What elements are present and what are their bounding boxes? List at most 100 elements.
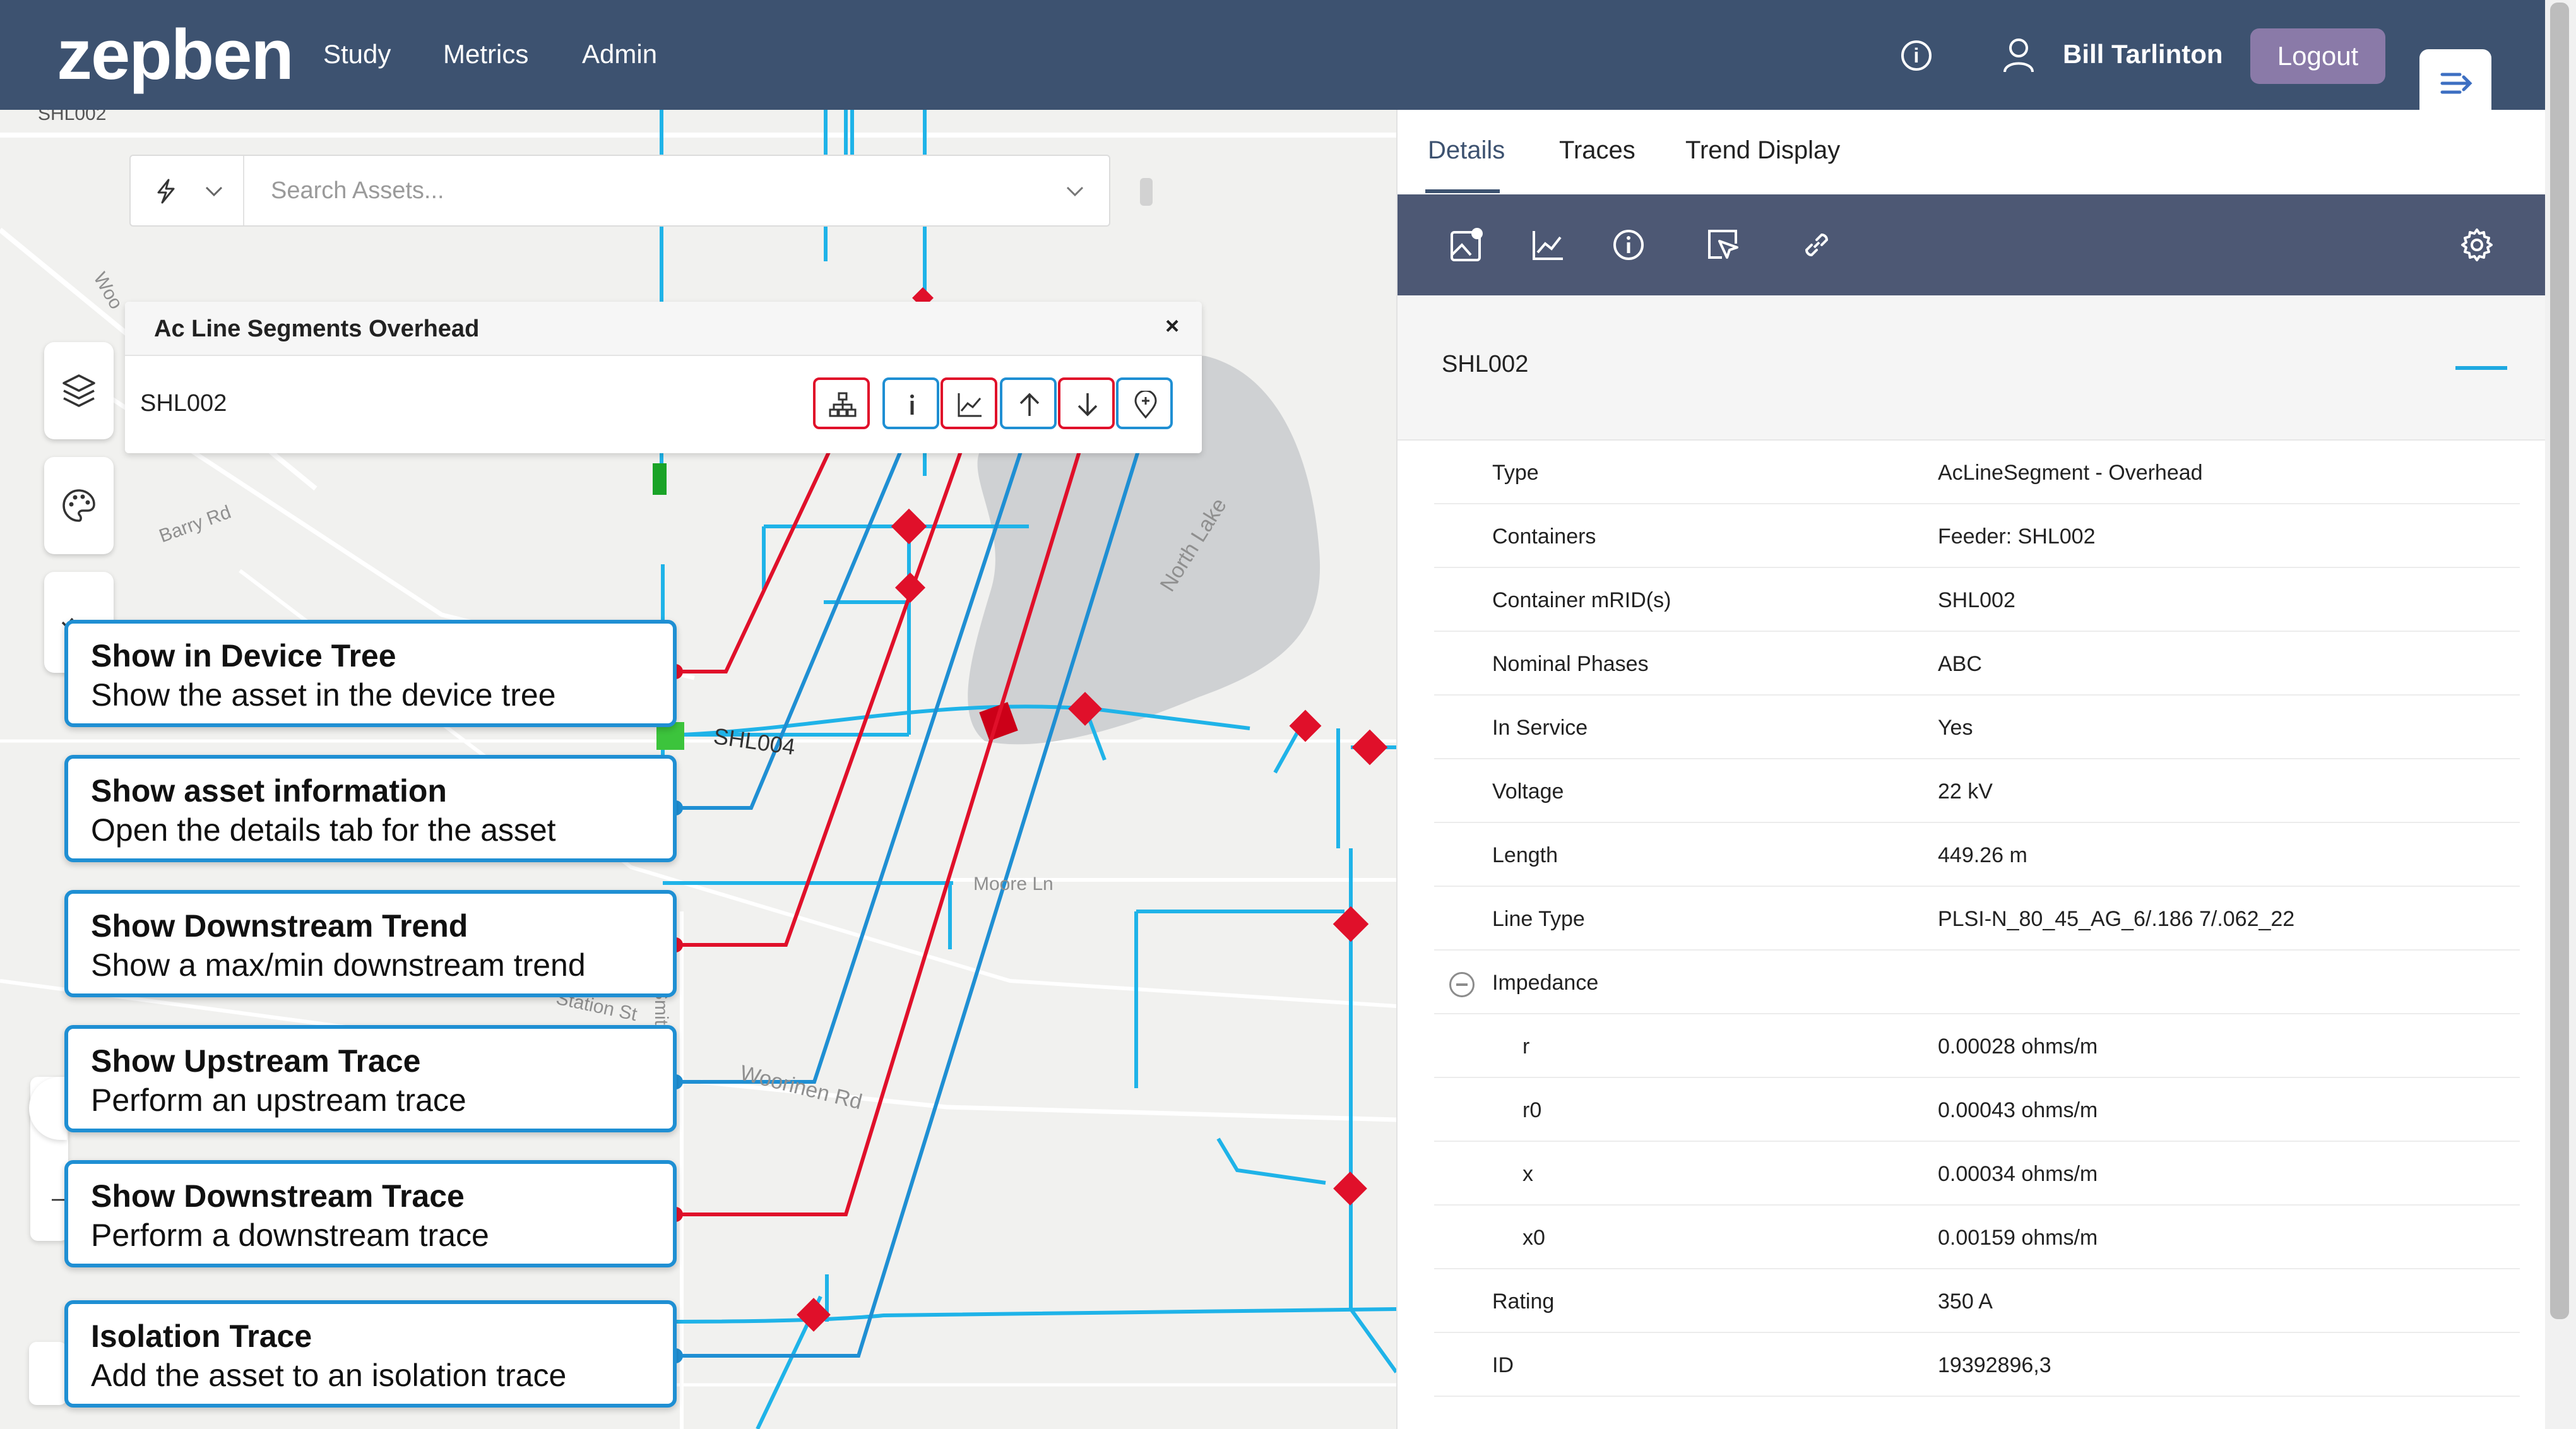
arrow-down-icon: [1077, 393, 1098, 417]
property-label: r0: [1522, 1098, 1542, 1122]
property-label: Type: [1492, 461, 1539, 485]
callout-show-asset-information: Show asset information Open the details …: [64, 755, 677, 862]
nav-admin[interactable]: Admin: [582, 39, 657, 69]
callout-description: Add the asset to an isolation trace: [91, 1358, 567, 1393]
property-label: r: [1522, 1035, 1530, 1058]
show-downstream-trace-button[interactable]: [1058, 377, 1115, 429]
search-type-dropdown[interactable]: [131, 156, 244, 225]
property-value: 0.00034 ohms/m: [1938, 1162, 2098, 1186]
property-value: ABC: [1938, 652, 1982, 676]
show-downstream-trend-button[interactable]: [941, 377, 997, 429]
info-icon[interactable]: [1610, 226, 1647, 264]
info-icon[interactable]: i: [1901, 40, 1932, 71]
show-upstream-trace-button[interactable]: [1000, 377, 1057, 429]
property-value: AcLineSegment - Overhead: [1938, 461, 2203, 485]
callout-description: Perform an upstream trace: [91, 1082, 466, 1118]
chart-icon[interactable]: [1529, 226, 1567, 264]
property-row: Container mRID(s) SHL002: [1434, 568, 2520, 632]
property-label: Rating: [1492, 1290, 1555, 1313]
callout-show-in-device-tree: Show in Device Tree Show the asset in th…: [64, 620, 677, 727]
property-row: Type AcLineSegment - Overhead: [1434, 441, 2520, 504]
callout-title: Show Downstream Trend: [91, 908, 468, 944]
layers-icon: [62, 374, 95, 407]
property-row: Rating 350 A: [1434, 1269, 2520, 1333]
details-panel: Details Traces Trend Display SHL002 Type…: [1396, 110, 2546, 1429]
property-value: Yes: [1938, 716, 1973, 740]
panel-toggle-button[interactable]: [2419, 49, 2491, 115]
show-asset-information-button[interactable]: [882, 377, 939, 429]
callout-description: Show a max/min downstream trend: [91, 947, 586, 983]
callout-isolation-trace: Isolation Trace Add the asset to an isol…: [64, 1300, 677, 1408]
callout-description: Perform a downstream trace: [91, 1218, 489, 1253]
close-icon[interactable]: ×: [1165, 313, 1179, 340]
collapse-icon[interactable]: [1449, 972, 1475, 997]
property-label: Length: [1492, 843, 1558, 867]
callout-show-downstream-trend: Show Downstream Trend Show a max/min dow…: [64, 890, 677, 997]
map-label-moore-ln: Moore Ln: [973, 874, 1054, 894]
callout-title: Show asset information: [91, 773, 447, 809]
property-row: r 0.00028 ohms/m: [1434, 1014, 2520, 1078]
scrollbar-thumb[interactable]: [2550, 3, 2569, 1319]
callout-show-upstream-trace: Show Upstream Trace Perform an upstream …: [64, 1025, 677, 1132]
property-label: Container mRID(s): [1492, 588, 1671, 612]
property-row: x0 0.00159 ohms/m: [1434, 1206, 2520, 1269]
property-label: x: [1522, 1162, 1533, 1186]
link-icon[interactable]: [1798, 226, 1836, 264]
property-value: 19392896,3: [1938, 1353, 2051, 1377]
chevron-down-icon[interactable]: [1064, 180, 1086, 203]
property-value: 22 kV: [1938, 780, 1993, 803]
panel-tabs: Details Traces Trend Display: [1398, 110, 2546, 194]
gear-icon[interactable]: [2458, 226, 2496, 264]
property-value: 0.00043 ohms/m: [1938, 1098, 2098, 1122]
asset-popup-header: Ac Line Segments Overhead ×: [125, 302, 1202, 356]
search-input[interactable]: [251, 156, 1052, 225]
asset-properties-table: Type AcLineSegment - Overhead Containers…: [1434, 441, 2520, 1397]
callout-title: Isolation Trace: [91, 1319, 312, 1354]
property-value: SHL002: [1938, 588, 2015, 612]
property-label: x0: [1522, 1226, 1545, 1250]
collapse-map-button[interactable]: [29, 1342, 67, 1405]
property-value: 0.00159 ohms/m: [1938, 1226, 2098, 1250]
property-label: Voltage: [1492, 780, 1564, 803]
styles-button[interactable]: [44, 457, 114, 554]
property-value: 350 A: [1938, 1290, 1993, 1313]
asset-popup-asset-name[interactable]: SHL002: [140, 390, 227, 417]
property-row: ID 19392896,3: [1434, 1333, 2520, 1397]
asset-popup: Ac Line Segments Overhead × SHL002: [125, 302, 1202, 453]
app-logo[interactable]: zepben: [57, 14, 294, 95]
nav-study[interactable]: Study: [323, 39, 391, 69]
property-row-impedance[interactable]: Impedance: [1434, 951, 2520, 1014]
property-label: In Service: [1492, 716, 1588, 740]
active-tab-indicator: [1425, 189, 1500, 193]
device-tree-icon: [829, 392, 857, 417]
user-name: Bill Tarlinton: [2063, 39, 2223, 69]
layers-button[interactable]: [44, 342, 114, 439]
callout-description: Open the details tab for the asset: [91, 812, 556, 848]
map-image-icon[interactable]: [1448, 226, 1486, 264]
search-drag-handle[interactable]: [1140, 178, 1153, 206]
asset-name: SHL002: [1442, 351, 1529, 377]
callout-title: Show Upstream Trace: [91, 1043, 421, 1079]
line-color-swatch: [2455, 366, 2507, 370]
show-in-device-tree-button[interactable]: [813, 377, 870, 429]
property-label: Line Type: [1492, 907, 1585, 931]
property-value: 449.26 m: [1938, 843, 2027, 867]
select-area-icon[interactable]: [1704, 226, 1742, 264]
property-value: Feeder: SHL002: [1938, 525, 2096, 548]
asset-popup-title: Ac Line Segments Overhead: [154, 316, 480, 342]
tab-traces[interactable]: Traces: [1559, 136, 1635, 165]
palette-icon: [62, 489, 95, 522]
nav-metrics[interactable]: Metrics: [443, 39, 528, 69]
panel-collapse-icon: [2440, 73, 2472, 94]
arrow-up-icon: [1019, 393, 1040, 416]
logout-button[interactable]: Logout: [2250, 28, 2385, 84]
property-value: 0.00028 ohms/m: [1938, 1035, 2098, 1058]
asset-header: SHL002: [1398, 295, 2546, 441]
isolation-trace-button[interactable]: [1116, 377, 1173, 429]
property-value: PLSI-N_80_45_AG_6/.186 7/.062_22: [1938, 907, 2295, 931]
property-row: Voltage 22 kV: [1434, 759, 2520, 823]
property-row: x 0.00034 ohms/m: [1434, 1142, 2520, 1206]
tab-details[interactable]: Details: [1428, 136, 1505, 165]
info-icon: [910, 394, 914, 415]
tab-trend-display[interactable]: Trend Display: [1685, 136, 1840, 165]
